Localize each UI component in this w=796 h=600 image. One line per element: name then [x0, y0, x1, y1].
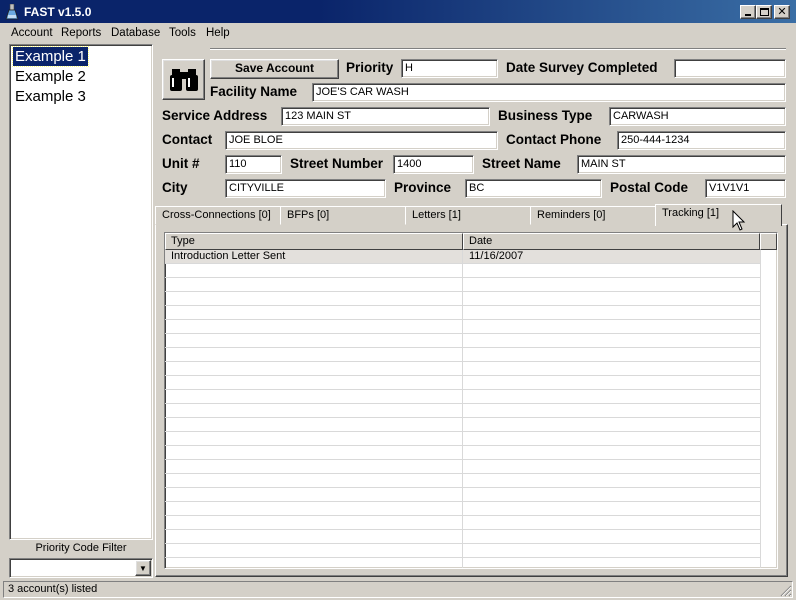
- empty-row: [165, 362, 761, 376]
- save-account-button[interactable]: Save Account: [210, 59, 339, 79]
- menu-account[interactable]: Account: [11, 27, 53, 39]
- empty-row: [165, 502, 761, 516]
- maximize-icon: [759, 8, 769, 16]
- menu-tools[interactable]: Tools: [169, 27, 196, 39]
- contact-field[interactable]: JOE BLOE: [225, 131, 498, 150]
- empty-row: [165, 432, 761, 446]
- service-address-field[interactable]: 123 MAIN ST: [281, 107, 490, 126]
- contact-label: Contact: [162, 132, 213, 147]
- contact-phone-field[interactable]: 250-444-1234: [617, 131, 786, 150]
- grid-divider: [760, 250, 761, 568]
- priority-label: Priority: [346, 60, 394, 75]
- column-header-filler: [760, 233, 777, 250]
- window-title: FAST v1.5.0: [24, 5, 92, 19]
- province-field[interactable]: BC: [465, 179, 602, 198]
- tab-reminders[interactable]: Reminders [0]: [530, 206, 656, 225]
- street-number-label: Street Number: [290, 156, 384, 171]
- empty-row: [165, 376, 761, 390]
- unit-label: Unit #: [162, 156, 200, 171]
- tab-letters[interactable]: Letters [1]: [405, 206, 531, 225]
- minimize-button[interactable]: [740, 5, 756, 19]
- empty-row: [165, 404, 761, 418]
- status-bar: 3 account(s) listed: [3, 581, 793, 598]
- empty-row: [165, 488, 761, 502]
- resize-grip-icon[interactable]: [778, 583, 792, 597]
- grid-divider: [462, 250, 463, 568]
- street-name-label: Street Name: [482, 156, 561, 171]
- empty-row: [165, 292, 761, 306]
- menu-database[interactable]: Database: [111, 27, 160, 39]
- app-icon[interactable]: [4, 4, 20, 20]
- business-type-label: Business Type: [498, 108, 593, 123]
- minimize-icon: [745, 14, 751, 16]
- city-label: City: [162, 180, 188, 195]
- priority-filter-dropdown[interactable]: ▼: [9, 558, 153, 578]
- empty-row: [165, 348, 761, 362]
- account-list-item[interactable]: Example 2: [13, 67, 88, 86]
- priority-filter-label: Priority Code Filter: [35, 542, 127, 554]
- tab-tracking[interactable]: Tracking [1]: [655, 204, 782, 226]
- separator: [210, 48, 786, 50]
- cell-date: 11/16/2007: [469, 250, 524, 262]
- cell-type: Introduction Letter Sent: [171, 250, 286, 262]
- account-list-item[interactable]: Example 3: [13, 87, 88, 106]
- empty-row: [165, 278, 761, 292]
- close-icon: ✕: [777, 5, 787, 18]
- empty-row: [165, 390, 761, 404]
- empty-row: [165, 474, 761, 488]
- province-label: Province: [394, 180, 452, 195]
- empty-row: [165, 446, 761, 460]
- contact-phone-label: Contact Phone: [506, 132, 602, 147]
- postal-code-label: Postal Code: [610, 180, 689, 195]
- empty-row: [165, 460, 761, 474]
- tracking-grid[interactable]: Type Date Introduction Letter Sent 11/16…: [164, 232, 778, 569]
- facility-name-label: Facility Name: [210, 84, 298, 99]
- menu-bar: Account Reports Database Tools Help: [0, 24, 796, 43]
- title-bar[interactable]: FAST v1.5.0 ✕: [0, 0, 796, 24]
- empty-row: [165, 418, 761, 432]
- menu-help[interactable]: Help: [206, 27, 230, 39]
- empty-row: [165, 264, 761, 278]
- column-header-type[interactable]: Type: [165, 233, 463, 250]
- business-type-field[interactable]: CARWASH: [609, 107, 786, 126]
- tab-bfps[interactable]: BFPs [0]: [280, 206, 406, 225]
- find-button[interactable]: [162, 59, 205, 100]
- empty-row: [165, 306, 761, 320]
- postal-code-field[interactable]: V1V1V1: [705, 179, 786, 198]
- date-survey-label: Date Survey Completed: [506, 60, 658, 75]
- account-list[interactable]: Example 1 Example 2 Example 3: [9, 44, 153, 540]
- priority-field[interactable]: H: [401, 59, 498, 78]
- dropdown-arrow-button[interactable]: ▼: [135, 560, 151, 576]
- city-field[interactable]: CITYVILLE: [225, 179, 386, 198]
- account-list-item[interactable]: Example 1: [12, 46, 89, 67]
- tab-cross-connections[interactable]: Cross-Connections [0]: [155, 206, 281, 225]
- facility-name-field[interactable]: JOE'S CAR WASH: [312, 83, 786, 102]
- empty-row: [165, 544, 761, 558]
- service-address-label: Service Address: [162, 108, 268, 123]
- empty-row: [165, 516, 761, 530]
- street-number-field[interactable]: 1400: [393, 155, 474, 174]
- street-name-field[interactable]: MAIN ST: [577, 155, 786, 174]
- binoculars-icon: [169, 68, 198, 91]
- chevron-down-icon: ▼: [139, 563, 147, 573]
- maximize-button[interactable]: [756, 5, 772, 19]
- unit-field[interactable]: 110: [225, 155, 282, 174]
- close-button[interactable]: ✕: [774, 5, 790, 19]
- empty-row: [165, 530, 761, 544]
- mouse-cursor-icon: [732, 210, 746, 231]
- status-text: 3 account(s) listed: [8, 583, 98, 595]
- column-header-date[interactable]: Date: [463, 233, 760, 250]
- empty-row: [165, 320, 761, 334]
- empty-row: [165, 334, 761, 348]
- date-survey-field[interactable]: [674, 59, 786, 78]
- table-row[interactable]: Introduction Letter Sent 11/16/2007: [165, 250, 761, 264]
- menu-reports[interactable]: Reports: [61, 27, 101, 39]
